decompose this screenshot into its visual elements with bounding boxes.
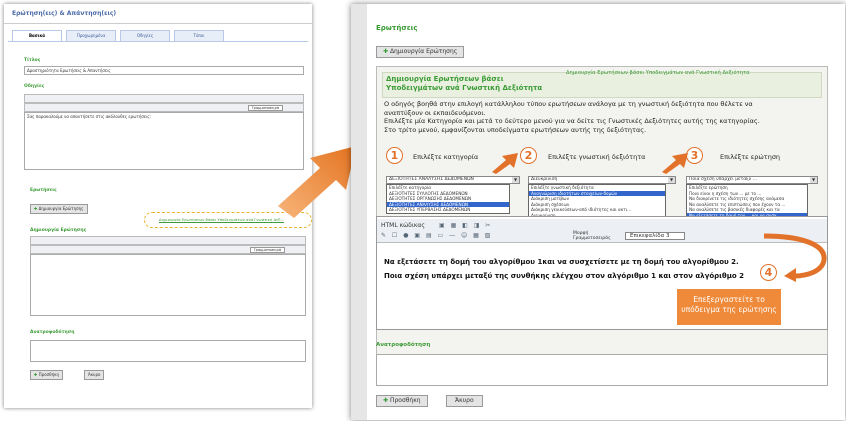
question-select[interactable]: Ποια σχέση υπάρχει μεταξύ ... (686, 176, 818, 184)
feedback-textarea[interactable] (30, 340, 306, 362)
instructions-editor[interactable]: Σας παρακαλούμε να απαντήσετε στις ακόλο… (24, 112, 304, 170)
wizard-title-line-1: Δημιουργία Ερωτήσεων βάσει (386, 75, 504, 83)
create-question-button[interactable]: ✚ Δημιουργία Ερώτησης (30, 204, 88, 214)
tab-advanced[interactable]: Προχωρημένα (66, 30, 116, 41)
font-size-select-2[interactable]: Γραμματοσειρά (249, 247, 285, 253)
intro-line-1: Ο οδηγός βοηθά στην επιλογή κατάλληλου τ… (384, 100, 753, 108)
title-input[interactable]: Δραστηριότητα Ερωτήσεις & Απαντήσεις (24, 66, 304, 75)
rich-tools-row-1[interactable]: ▣ ▦ ◧ ◨ ✂ (439, 222, 492, 229)
step-4-number: 4 (760, 264, 777, 281)
right-panel-margin (351, 4, 367, 420)
wizard-link[interactable]: Δημιουργία Ερωτήσεων βάσει Υποδειγμάτων … (566, 70, 750, 76)
right-questions-label: Ερωτήσεις (376, 24, 418, 32)
tab-basic[interactable]: Βασικά (12, 30, 62, 41)
right-feedback-textarea[interactable] (376, 354, 828, 386)
rich-tools-row-2[interactable]: ✎ ☐ ● ▣ ▤ ▭ ― ☺ ▦ ▧ (381, 232, 492, 239)
right-add-button[interactable]: ✚ Προσθήκη (376, 395, 428, 407)
tab-divider (8, 41, 308, 42)
wizard-title-line-2: Υποδειγμάτων ανά Γνωστική Δεξιότητα (386, 84, 543, 92)
wizard-intro: Ο οδηγός βοηθά στην επιλογή κατάλληλου τ… (384, 100, 820, 134)
font-format-label: Μορφή Γραμματοσειράς (573, 231, 611, 241)
left-header: Ερώτηση(εις) & Απάντηση(εις) (4, 4, 312, 24)
skill-select[interactable]: Διευκρίνιση (528, 176, 676, 184)
feedback-label: Ανατροφοδότηση (30, 330, 75, 335)
editor-toolbar-1: HTML κώδικας (24, 94, 304, 111)
add-button[interactable]: ✚ Προσθήκη (30, 370, 64, 380)
right-feedback-label: Ανατροφοδότηση (376, 342, 431, 348)
add-label: Προσθήκη (38, 372, 60, 377)
cancel-button[interactable]: Άκυρο (84, 370, 105, 380)
step-1-number: 1 (386, 147, 403, 164)
create-question-label: Δημιουργία Ερώτησης (38, 206, 84, 211)
step-2-number: 2 (520, 147, 537, 164)
question-text-line-2: Ποια σχέση υπάρχει μεταξύ της συνθήκης ε… (384, 272, 744, 280)
plus-icon: ✚ (383, 48, 389, 55)
left-header-title: Ερώτηση(εις) & Απάντηση(εις) (12, 10, 117, 17)
intro-line-4: Στο τρίτο μενού, εμφανίζονται υποδείγματ… (384, 125, 647, 134)
category-select[interactable]: ΔΕΞΙΟΤΗΤΕΣ ΑΝΑΛΥΣΗΣ ΔΕΔΟΜΕΝΩΝ (386, 176, 520, 184)
category-list: Επιλέξτε κατηγορία ΔΕΞΙΟΤΗΤΕΣ ΣΥΛΛΟΓΗΣ Δ… (386, 184, 510, 214)
edit-callout: Επεξεργαστείτε το υπόδειγμα της ερώτησης (677, 289, 781, 325)
instructions-text: Σας παρακαλούμε να απαντήσετε στις ακόλο… (27, 114, 152, 119)
step-3-label: Επιλέξτε ερώτηση (720, 153, 781, 161)
create-based-link[interactable]: Δημιουργία Ερωτήσεων βάσει Υποδειγμάτων … (159, 217, 284, 222)
right-add-label: Προσθήκη (389, 397, 421, 404)
tab-types[interactable]: Τύποι (174, 30, 224, 41)
intro-line-2: αναπτύξουν οι εκπαιδευόμενοι. (384, 108, 486, 117)
questions-label: Ερωτήσεις (30, 188, 57, 193)
plus-icon: ✚ (34, 206, 38, 211)
plus-icon: ✚ (383, 397, 389, 404)
plus-icon: ✚ (34, 372, 38, 377)
right-create-question-label: Δημιουργία Ερώτησης (389, 48, 458, 55)
editor-toolbar-3: HTML κώδικας (30, 236, 306, 253)
right-create-question-button[interactable]: ✚ Δημιουργία Ερώτησης (376, 46, 465, 58)
skill-list: Επιλέξτε γνωστική δεξιότητα Αναγνώριση ι… (528, 184, 666, 219)
question-text-line-1: Να εξετάσετε τη δομή του αλγορίθμου 1και… (384, 258, 739, 266)
heading-select[interactable]: Επικεφαλίδα 3 (625, 232, 685, 240)
small-arrow-icon (662, 153, 688, 174)
left-editor-panel: Ερώτηση(εις) & Απάντηση(εις) Βασικά Προχ… (4, 4, 312, 408)
rich-html-label[interactable]: HTML κώδικας (381, 222, 425, 229)
wizard-title: Δημιουργία Ερωτήσεων βάσει Υποδειγμάτων … (386, 75, 542, 93)
intro-line-3: Επιλέξτε μία Κατηγορία και μετά το δεύτε… (384, 117, 760, 125)
tab-instructions[interactable]: Οδηγίες (120, 30, 170, 41)
right-cancel-button[interactable]: Άκυρο (446, 395, 483, 407)
font-size-select[interactable]: Γραμματοσειρά (247, 105, 283, 111)
step-1-label: Επιλέξτε κατηγορία (413, 153, 479, 161)
editor-toolbar-4: Γραμματοσειρά (30, 245, 306, 261)
question-editor[interactable] (30, 254, 306, 316)
editor-toolbar-2: Γραμματοσειρά (24, 103, 304, 119)
title-label: Τίτλος (24, 58, 41, 63)
small-arrow-icon (492, 153, 518, 174)
create-question-field-label: Δημιουργία Ερώτησης (30, 228, 87, 233)
category-option[interactable]: ΔΕΞΙΟΤΗΤΕΣ ΥΠΕΡΒΑΣΗΣ ΔΕΔΟΜΕΝΩΝ (387, 207, 509, 213)
instructions-label: Οδηγίες (24, 84, 45, 89)
step-2-label: Επιλέξτε γνωστική δεξιότητα (548, 153, 646, 161)
